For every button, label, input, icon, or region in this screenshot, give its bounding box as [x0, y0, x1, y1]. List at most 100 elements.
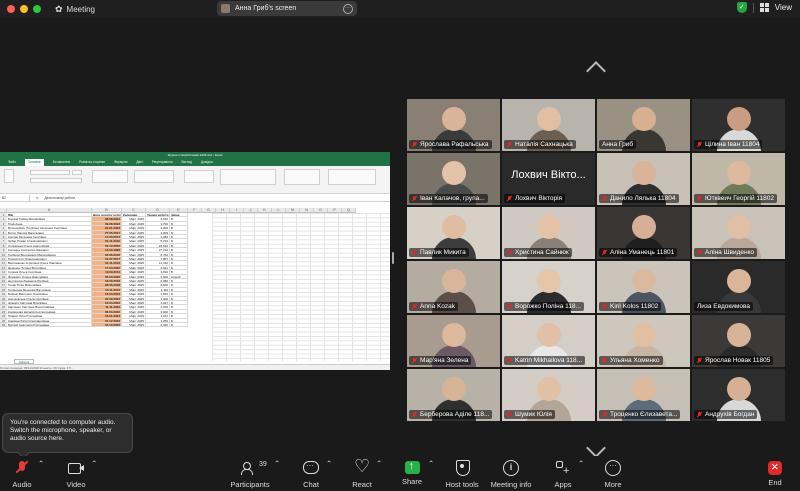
- participant-tile[interactable]: Ульяна Хоменко: [597, 315, 690, 367]
- splitter-handle[interactable]: [392, 252, 394, 264]
- participant-name: Ярослав Новак 11805: [705, 357, 771, 364]
- participant-name-label: Христина Сайнюк: [504, 248, 572, 257]
- participant-tile[interactable]: Берберова Аділе 118...: [407, 369, 500, 421]
- maximize-window-button[interactable]: [33, 5, 41, 13]
- view-button[interactable]: View: [775, 3, 792, 12]
- participants-icon: 39: [241, 459, 267, 477]
- participant-name-label: Anna Kozak: [409, 302, 459, 311]
- person-head: [631, 215, 656, 239]
- video-options-caret-icon[interactable]: ⌃: [91, 459, 97, 468]
- grid-view-icon[interactable]: [759, 3, 769, 12]
- participant-name-label: Наталія Сахнацька: [504, 140, 576, 149]
- share-options-icon[interactable]: ···: [343, 3, 353, 14]
- formula-bar: B2 fx Дата початку роботи: [0, 194, 390, 202]
- participant-tile[interactable]: Аліна Уманець 11801: [597, 207, 690, 259]
- excel-status-bar: Готово Середнє: 09/12/2019 Кількість: 26…: [0, 364, 390, 370]
- editing-icon: [328, 169, 376, 185]
- participant-tile[interactable]: Anna Kozak: [407, 261, 500, 313]
- participant-tile[interactable]: Троценко Єлизавета...: [597, 369, 690, 421]
- participant-tile[interactable]: Лохвич Вікто... Лохвич Вікторія: [502, 153, 595, 205]
- person-head: [726, 269, 751, 293]
- participant-tile[interactable]: Katrin Mikhailova 118...: [502, 315, 595, 367]
- security-shield-icon[interactable]: ✓: [736, 2, 747, 13]
- chat-button[interactable]: Chat: [297, 459, 325, 489]
- participant-name-label: Мар'яна Зелена: [409, 356, 472, 365]
- muted-mic-icon: [412, 141, 417, 148]
- person-head: [536, 323, 561, 347]
- participant-name: Лохвич Вікторія: [515, 195, 563, 202]
- participant-tile[interactable]: Цілина Іван 11804: [692, 99, 785, 151]
- audio-button[interactable]: Audio: [8, 459, 36, 489]
- minimize-window-button[interactable]: [20, 5, 28, 13]
- host-tools-button[interactable]: Host tools: [442, 459, 482, 489]
- participant-tile[interactable]: Аліна Швиденко: [692, 207, 785, 259]
- ribbon-tab: Розмітка сторінки: [79, 160, 105, 164]
- meeting-title: Meeting: [66, 4, 96, 14]
- muted-mic-icon: [412, 249, 417, 256]
- person-head: [726, 377, 751, 401]
- more-label: More: [604, 480, 622, 489]
- video-button[interactable]: Video: [62, 459, 90, 489]
- gallery-prev-page-icon[interactable]: [586, 61, 606, 81]
- participant-name: Лиза Евдокимова: [697, 303, 750, 310]
- participant-tile[interactable]: Ютквеич Георгій 11802: [692, 153, 785, 205]
- participant-name: Ульяна Хоменко: [610, 357, 660, 364]
- muted-mic-icon: [507, 141, 512, 148]
- participant-tile[interactable]: Наталія Сахнацька: [502, 99, 595, 151]
- participant-name: Ярослава Рафальська: [420, 141, 489, 148]
- participant-name-label: Іван Калачов, група...: [409, 194, 488, 203]
- participant-tile[interactable]: Лиза Евдокимова: [692, 261, 785, 313]
- chat-label: Chat: [303, 480, 319, 489]
- participant-tile[interactable]: Шумик Юлія: [502, 369, 595, 421]
- alignment-icon: [92, 170, 128, 183]
- meeting-info-button[interactable]: Meeting info: [488, 459, 534, 489]
- share-button[interactable]: Share: [398, 459, 426, 486]
- participant-tile[interactable]: Kiril Kolos 11802: [597, 261, 690, 313]
- chat-options-caret-icon[interactable]: ⌃: [326, 459, 332, 468]
- apps-icon: [554, 459, 572, 477]
- excel-title: Журнал співробітників 2025.xlsx - Excel: [0, 152, 390, 159]
- audio-options-caret-icon[interactable]: ⌃: [38, 459, 44, 468]
- participant-tile[interactable]: Андрухів Богдан: [692, 369, 785, 421]
- react-options-caret-icon[interactable]: ⌃: [376, 459, 382, 468]
- close-window-button[interactable]: [7, 5, 15, 13]
- react-button[interactable]: React: [348, 456, 376, 489]
- participant-tile[interactable]: Ворожко Поліна 118...: [502, 261, 595, 313]
- apps-options-caret-icon[interactable]: ⌃: [578, 459, 584, 468]
- end-meeting-button[interactable]: End: [762, 459, 788, 487]
- participants-options-caret-icon[interactable]: ⌃: [274, 459, 280, 468]
- participant-tile[interactable]: Анна Гриб: [597, 99, 690, 151]
- video-label: Video: [66, 480, 86, 489]
- participant-tile[interactable]: Іван Калачов, група...: [407, 153, 500, 205]
- person-head: [536, 107, 561, 131]
- share-options-caret-icon[interactable]: ⌃: [428, 459, 434, 468]
- more-button[interactable]: More: [600, 459, 626, 489]
- info-icon: [502, 459, 520, 477]
- formula-value: Дата початку роботи: [44, 195, 75, 200]
- participant-tile[interactable]: Христина Сайнюк: [502, 207, 595, 259]
- ribbon-tab: Файл: [8, 160, 16, 164]
- participant-name: Ютквеич Георгій 11802: [705, 195, 774, 202]
- participant-name-label: Анна Гриб: [599, 140, 637, 149]
- sheet-grid: ABCDEFGHIJKLMNOPQ 1 ПІБ Дата початку робот…: [0, 202, 390, 370]
- chat-bubble-icon: [302, 459, 320, 477]
- muted-mic-icon: [507, 195, 512, 202]
- muted-mic-icon: [602, 357, 607, 364]
- divider: [752, 2, 754, 13]
- participant-tile[interactable]: Мар'яна Зелена: [407, 315, 500, 367]
- muted-mic-icon: [697, 141, 702, 148]
- participant-tile[interactable]: Ярослава Рафальська: [407, 99, 500, 151]
- screen-share-indicator[interactable]: Анна Гриб's screen ···: [217, 1, 357, 16]
- participant-tile[interactable]: Данило Лялька 11804: [597, 153, 690, 205]
- participant-name-label: Цілина Іван 11804: [694, 140, 763, 149]
- participants-button[interactable]: 39 Participants: [228, 459, 272, 489]
- table-cell: 2,420: [146, 323, 170, 328]
- gallery-next-page-icon[interactable]: [586, 438, 606, 458]
- participant-name-label: Ярослава Рафальська: [409, 140, 492, 149]
- apps-button[interactable]: Apps: [550, 459, 576, 489]
- participant-name-label: Аліна Уманець 11801: [599, 248, 678, 257]
- zoom-meeting-window: ✿ Meeting Анна Гриб's screen ··· ✓ View …: [0, 0, 800, 491]
- camera-off-name: Лохвич Вікто...: [511, 169, 586, 181]
- participant-tile[interactable]: Павлик Микита: [407, 207, 500, 259]
- participant-tile[interactable]: Ярослав Новак 11805: [692, 315, 785, 367]
